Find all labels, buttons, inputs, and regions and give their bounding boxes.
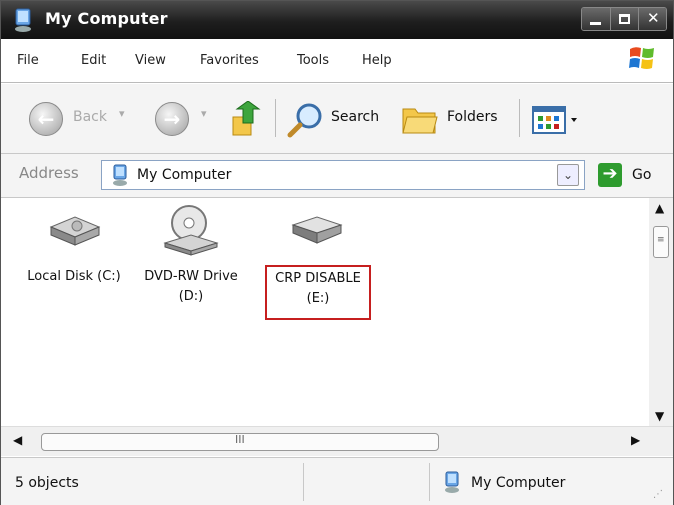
forward-icon[interactable]: → xyxy=(155,102,189,136)
address-value[interactable]: My Computer xyxy=(137,167,231,183)
drive-c-label: Local Disk (C:) xyxy=(27,269,121,284)
close-icon[interactable]: ✕ xyxy=(638,8,666,30)
address-dropdown-icon[interactable]: ⌄ xyxy=(557,164,579,186)
computer-icon xyxy=(445,471,459,493)
status-separator xyxy=(429,463,430,501)
windows-logo-icon xyxy=(629,47,654,69)
menu-bar: File Edit View Favorites Tools Help xyxy=(1,39,673,83)
status-bar xyxy=(1,457,673,505)
go-icon[interactable]: ➔ xyxy=(598,163,622,187)
scroll-right-icon[interactable]: ▶ xyxy=(631,433,640,447)
status-location: My Computer xyxy=(471,475,566,491)
drive-d-label-line2: (D:) xyxy=(178,289,204,304)
highlight-box xyxy=(265,265,371,320)
search-icon[interactable] xyxy=(287,101,325,139)
menu-edit[interactable]: Edit xyxy=(81,53,106,68)
dvd-drive-icon[interactable] xyxy=(159,203,223,259)
drive-d[interactable]: DVD-RW Drive (D:) xyxy=(133,267,249,307)
back-dropdown-icon[interactable]: ▾ xyxy=(119,107,125,120)
forward-dropdown-icon[interactable]: ▾ xyxy=(201,107,207,120)
scroll-up-icon[interactable]: ▲ xyxy=(655,201,664,215)
scroll-left-icon[interactable]: ◀ xyxy=(13,433,22,447)
maximize-icon[interactable] xyxy=(610,8,638,30)
computer-icon xyxy=(15,8,31,32)
hard-disk-icon[interactable] xyxy=(47,211,103,251)
window-title: My Computer xyxy=(45,9,168,28)
folders-button-label[interactable]: Folders xyxy=(447,109,498,125)
scroll-down-icon[interactable]: ▼ xyxy=(655,409,664,423)
removable-disk-icon[interactable] xyxy=(289,215,345,249)
back-icon[interactable]: ← xyxy=(29,102,63,136)
minimize-icon[interactable] xyxy=(582,8,610,30)
search-button-label[interactable]: Search xyxy=(331,109,379,125)
up-folder-icon[interactable] xyxy=(229,101,265,139)
drive-d-label-line1: DVD-RW Drive xyxy=(144,269,238,284)
back-button-label[interactable]: Back xyxy=(73,109,107,125)
address-label: Address xyxy=(19,164,79,182)
title-bar[interactable]: My Computer ✕ xyxy=(1,1,673,39)
menu-view[interactable]: View xyxy=(135,53,166,68)
status-separator xyxy=(303,463,304,501)
toolbar-separator xyxy=(519,99,520,137)
views-icon[interactable] xyxy=(531,105,581,135)
drive-c[interactable]: Local Disk (C:) xyxy=(19,267,129,287)
menu-tools[interactable]: Tools xyxy=(297,53,329,68)
folders-icon[interactable] xyxy=(401,103,439,137)
menu-help[interactable]: Help xyxy=(362,53,392,68)
toolbar-separator xyxy=(275,99,276,137)
go-button-label[interactable]: Go xyxy=(632,167,651,183)
computer-icon xyxy=(113,164,127,186)
vertical-scroll-thumb[interactable]: ≡ xyxy=(653,226,669,258)
menu-favorites[interactable]: Favorites xyxy=(200,53,259,68)
menu-file[interactable]: File xyxy=(17,53,39,68)
resize-grip-icon[interactable]: ⋰ xyxy=(653,489,663,500)
horizontal-scroll-grip: III xyxy=(235,433,245,446)
status-object-count: 5 objects xyxy=(15,475,79,491)
window: My Computer ✕ File Edit View Favorites T… xyxy=(0,0,674,505)
window-controls: ✕ xyxy=(581,7,667,31)
